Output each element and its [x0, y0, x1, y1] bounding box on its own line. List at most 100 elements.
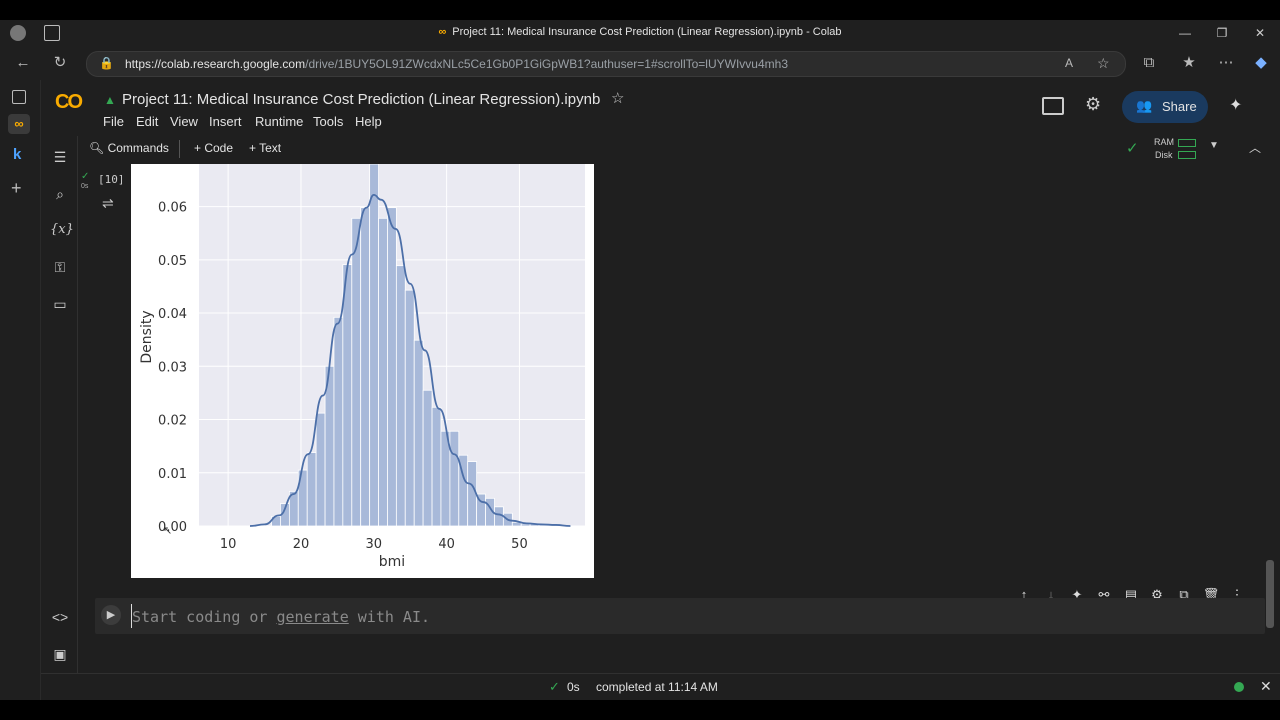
- y-axis-label: Density: [139, 310, 155, 363]
- tab-actions-icon[interactable]: [12, 90, 26, 104]
- window-title-text: Project 11: Medical Insurance Cost Predi…: [452, 26, 842, 38]
- run-cell-button[interactable]: ▶: [101, 605, 121, 625]
- mouse-cursor-icon: ↖: [163, 525, 173, 537]
- menu-help[interactable]: Help: [355, 114, 382, 129]
- table-of-contents-icon[interactable]: ☰: [50, 147, 70, 167]
- minimize-icon[interactable]: —: [1175, 24, 1195, 42]
- close-icon[interactable]: ✕: [1250, 24, 1270, 42]
- histogram-bar: [351, 217, 362, 527]
- add-text-button[interactable]: + Text: [249, 141, 281, 155]
- variables-icon[interactable]: {x}: [50, 220, 74, 240]
- collapse-header-icon[interactable]: ︿: [1249, 139, 1261, 156]
- new-tab-icon[interactable]: +: [11, 178, 22, 199]
- favorite-star-icon[interactable]: ☆: [1097, 55, 1110, 72]
- top-black-bar: [0, 0, 1280, 20]
- browser-sidebar: ∞ k +: [0, 80, 41, 700]
- colab-sidebar: [41, 136, 78, 676]
- more-menu-icon[interactable]: ⋯: [1217, 54, 1235, 72]
- status-text[interactable]: completed at 11:14 AM: [596, 680, 718, 694]
- code-snippets-icon[interactable]: <>: [50, 607, 70, 627]
- address-bar[interactable]: 🔒 https://colab.research.google.com/driv…: [86, 51, 1126, 77]
- x-axis-label: bmi: [379, 554, 405, 570]
- y-tick-label: 0.04: [158, 307, 187, 322]
- cell-exec-count: [10]: [98, 173, 125, 186]
- placeholder-text-end: with AI.: [348, 608, 431, 626]
- extensions-icon[interactable]: ⧉: [1140, 54, 1158, 72]
- share-label: Share: [1162, 99, 1197, 114]
- notebook-scrollbar[interactable]: [1266, 560, 1274, 628]
- window-titlebar: ∞ Project 11: Medical Insurance Cost Pred…: [0, 20, 1280, 46]
- share-button[interactable]: 👥 Share: [1122, 91, 1208, 123]
- find-icon[interactable]: ⌕: [50, 184, 70, 204]
- restore-icon[interactable]: ❐: [1212, 24, 1232, 42]
- generate-link[interactable]: generate: [277, 608, 349, 626]
- status-check-icon: ✓: [549, 679, 560, 694]
- commands-label: Commands: [107, 141, 169, 155]
- back-icon[interactable]: ←: [14, 54, 32, 72]
- people-icon: 👥: [1136, 98, 1153, 113]
- settings-gear-icon[interactable]: ⚙: [1085, 94, 1101, 115]
- window-title: ∞ Project 11: Medical Insurance Cost Pred…: [0, 26, 1280, 38]
- histogram-bar: [378, 217, 388, 527]
- menu-edit[interactable]: Edit: [136, 114, 158, 129]
- disk-meter[interactable]: [1178, 151, 1196, 159]
- histogram-bar: [395, 265, 406, 527]
- favorites-icon[interactable]: ★: [1180, 54, 1198, 72]
- menu-view[interactable]: View: [170, 114, 198, 129]
- gemini-icon[interactable]: ✦: [1229, 95, 1242, 115]
- add-code-button[interactable]: + Code: [194, 141, 233, 155]
- url-host: https://colab.research.google.com: [125, 57, 306, 71]
- y-tick-label: 0.03: [158, 360, 187, 375]
- histogram-bar: [369, 163, 379, 527]
- histogram-bar: [306, 452, 317, 527]
- menu-insert[interactable]: Insert: [209, 114, 242, 129]
- histogram-bar: [413, 339, 424, 527]
- histogram-bar: [422, 389, 433, 527]
- histogram-bar: [387, 207, 397, 527]
- y-tick-label: 0.05: [158, 254, 187, 269]
- status-bar: ✓ 0s completed at 11:14 AM ✕: [41, 673, 1280, 701]
- resources-dropdown-icon[interactable]: ▼: [1209, 140, 1219, 151]
- histogram-bar: [360, 207, 371, 527]
- commands-button[interactable]: 🔍︎ Commands: [89, 141, 169, 155]
- bmi-distribution-chart: 10 20 30 40 500.000.010.020.030.040.050.06 b…: [139, 163, 585, 570]
- code-input-placeholder[interactable]: Start coding or generate with AI.: [132, 608, 430, 626]
- workspaces-icon[interactable]: [44, 25, 60, 41]
- histogram-bar: [404, 289, 415, 527]
- close-status-icon[interactable]: ✕: [1260, 678, 1272, 695]
- histogram-bar: [333, 316, 344, 527]
- histogram-bar: [431, 406, 442, 527]
- menu-tools[interactable]: Tools: [313, 114, 343, 129]
- reload-icon[interactable]: ↻: [51, 54, 69, 72]
- files-folder-icon[interactable]: ▭: [50, 294, 70, 314]
- read-aloud-icon[interactable]: A: [1065, 56, 1073, 70]
- x-tick-label: 30: [366, 537, 383, 552]
- histogram-bar: [449, 430, 460, 527]
- comment-icon[interactable]: [1042, 97, 1064, 115]
- connection-status-dot: [1234, 682, 1244, 692]
- search-icon: 🔍︎: [89, 141, 105, 155]
- x-tick-label: 20: [293, 537, 310, 552]
- code-cell[interactable]: ▶ Start coding or generate with AI.: [95, 598, 1265, 634]
- status-time: 0s: [567, 680, 580, 694]
- site-info-icon[interactable]: 🔒: [99, 56, 114, 70]
- profile-icon[interactable]: [10, 25, 26, 41]
- copilot-icon[interactable]: ◆: [1252, 54, 1270, 72]
- output-actions-icon[interactable]: ⇌: [102, 195, 114, 212]
- menu-runtime[interactable]: Runtime: [255, 114, 303, 129]
- k-tab-icon[interactable]: k: [13, 146, 21, 163]
- ram-meter[interactable]: [1178, 139, 1196, 147]
- drive-icon: ▲: [104, 93, 116, 107]
- url-path: /drive/1BUY5OL91ZWcdxNLc5Ce1Gb0P1GiGpWB1…: [305, 57, 788, 71]
- secrets-key-icon[interactable]: ⚿: [50, 257, 70, 277]
- cell-exec-time: 0s: [81, 183, 89, 190]
- notebook-title[interactable]: Project 11: Medical Insurance Cost Predi…: [122, 91, 600, 108]
- url-text: https://colab.research.google.com/drive/…: [125, 57, 788, 71]
- terminal-icon[interactable]: ▣: [50, 644, 70, 664]
- colab-logo[interactable]: CO: [55, 91, 83, 114]
- x-tick-label: 50: [511, 537, 528, 552]
- x-tick-label: 40: [438, 537, 455, 552]
- menu-file[interactable]: File: [103, 114, 124, 129]
- colab-tab-icon-vertical[interactable]: ∞: [8, 114, 30, 134]
- star-notebook-icon[interactable]: ☆: [611, 89, 624, 107]
